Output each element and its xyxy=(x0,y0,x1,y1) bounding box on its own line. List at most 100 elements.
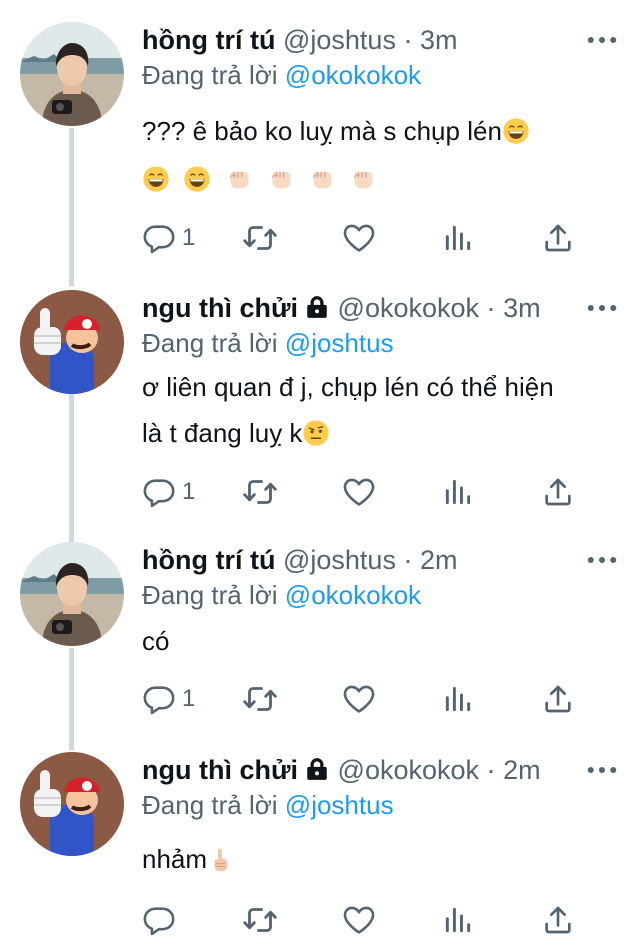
grinning-emoji-icon xyxy=(502,117,530,145)
timestamp[interactable]: 3m xyxy=(420,25,458,55)
display-name[interactable]: hồng trí tú xyxy=(142,25,275,55)
retweet-icon xyxy=(242,220,278,256)
tweet-text-line: có xyxy=(142,626,170,656)
tweet-header: ngu thì chửi @okokokok · 2m xyxy=(142,752,620,788)
replying-to: Đang trả lời @joshtus xyxy=(142,788,394,822)
user-handle[interactable]: @okokokok xyxy=(338,755,479,785)
share-icon xyxy=(542,222,574,254)
separator: · xyxy=(403,545,413,575)
views-icon xyxy=(442,476,474,508)
user-handle[interactable]: @joshtus xyxy=(283,545,396,575)
retweet-button[interactable] xyxy=(242,679,278,719)
replying-to: Đang trả lời @okokokok xyxy=(142,578,421,612)
separator: · xyxy=(403,25,413,55)
retweet-button[interactable] xyxy=(242,218,278,258)
reply-button[interactable]: 1 xyxy=(142,472,195,512)
replying-prefix: Đang trả lời xyxy=(142,60,278,90)
reply-button[interactable]: 1 xyxy=(142,218,195,258)
avatar[interactable] xyxy=(20,290,124,394)
tweet-text: có xyxy=(142,618,622,664)
timestamp[interactable]: 2m xyxy=(503,755,541,785)
retweet-icon xyxy=(242,474,278,510)
reply-button[interactable] xyxy=(142,900,182,940)
lock-icon xyxy=(304,294,330,320)
views-icon xyxy=(442,683,474,715)
retweet-button[interactable] xyxy=(242,900,278,940)
grinning-emoji-icon xyxy=(183,165,211,193)
like-button[interactable] xyxy=(342,218,376,258)
tweet-text: ơ liên quan đ j, chụp lén có thể hiện là… xyxy=(142,364,622,456)
retweet-icon xyxy=(242,902,278,938)
more-icon[interactable] xyxy=(584,290,620,326)
more-icon[interactable] xyxy=(584,752,620,788)
fist-emoji-icon xyxy=(224,163,254,193)
like-button[interactable] xyxy=(342,900,376,940)
heart-icon xyxy=(342,682,376,716)
tweet-actions xyxy=(142,900,582,940)
reply-icon xyxy=(142,903,176,937)
display-name[interactable]: ngu thì chửi xyxy=(142,293,298,323)
avatar[interactable] xyxy=(20,542,124,646)
mention-link[interactable]: @joshtus xyxy=(285,328,394,358)
timestamp[interactable]: 3m xyxy=(503,293,541,323)
views-icon xyxy=(442,222,474,254)
tweet[interactable]: ngu thì chửi @okokokok · 2m Đang trả lời… xyxy=(0,752,640,947)
tweet-header: ngu thì chửi @okokokok · 3m xyxy=(142,290,620,326)
views-button[interactable] xyxy=(442,472,474,512)
share-icon xyxy=(542,904,574,936)
share-button[interactable] xyxy=(542,218,574,258)
separator: · xyxy=(486,293,496,323)
views-button[interactable] xyxy=(442,679,474,719)
user-handle[interactable]: @okokokok xyxy=(338,293,479,323)
heart-icon xyxy=(342,475,376,509)
user-handle[interactable]: @joshtus xyxy=(283,25,396,55)
fist-emoji-icon xyxy=(307,163,337,193)
tweet-text-line: ơ liên quan đ j, chụp lén có thể hiện xyxy=(142,372,554,402)
avatar[interactable] xyxy=(20,752,124,856)
views-button[interactable] xyxy=(442,900,474,940)
tweet-text-line: nhảm xyxy=(142,844,208,874)
more-icon[interactable] xyxy=(584,542,620,578)
share-icon xyxy=(542,683,574,715)
replying-prefix: Đang trả lời xyxy=(142,790,278,820)
tweet-text-line: là t đang luỵ k xyxy=(142,418,303,448)
share-button[interactable] xyxy=(542,679,574,719)
share-button[interactable] xyxy=(542,900,574,940)
tweet-actions: 1 xyxy=(142,218,582,258)
like-button[interactable] xyxy=(342,472,376,512)
views-button[interactable] xyxy=(442,218,474,258)
avatar-photo xyxy=(20,542,124,646)
retweet-icon xyxy=(242,681,278,717)
raised-eyebrow-emoji-icon xyxy=(302,419,330,447)
grinning-emoji-icon xyxy=(142,165,170,193)
share-button[interactable] xyxy=(542,472,574,512)
avatar-photo xyxy=(20,290,124,394)
display-name[interactable]: hồng trí tú xyxy=(142,545,275,575)
retweet-button[interactable] xyxy=(242,472,278,512)
tweet[interactable]: ngu thì chửi @okokokok · 3m Đang trả lời… xyxy=(0,290,640,540)
separator: · xyxy=(486,755,496,785)
tweet-text-line: ??? ê bảo ko luỵ mà s chụp lén xyxy=(142,116,502,146)
avatar-photo xyxy=(20,22,124,126)
avatar[interactable] xyxy=(20,22,124,126)
fist-emoji-icon xyxy=(348,163,378,193)
timestamp[interactable]: 2m xyxy=(420,545,458,575)
mention-link[interactable]: @okokokok xyxy=(285,60,421,90)
tweet-text: ??? ê bảo ko luỵ mà s chụp lén xyxy=(142,108,622,202)
tweet[interactable]: hồng trí tú @joshtus · 3m Đang trả lời @… xyxy=(0,22,640,282)
heart-icon xyxy=(342,903,376,937)
replying-prefix: Đang trả lời xyxy=(142,328,278,358)
mention-link[interactable]: @joshtus xyxy=(285,790,394,820)
tweet-header: hồng trí tú @joshtus · 3m xyxy=(142,22,620,58)
reply-count: 1 xyxy=(182,224,196,251)
tweet[interactable]: hồng trí tú @joshtus · 2m Đang trả lời @… xyxy=(0,542,640,742)
like-button[interactable] xyxy=(342,679,376,719)
tweet-header: hồng trí tú @joshtus · 2m xyxy=(142,542,620,578)
mention-link[interactable]: @okokokok xyxy=(285,580,421,610)
display-name[interactable]: ngu thì chửi xyxy=(142,755,298,785)
replying-to: Đang trả lời @joshtus xyxy=(142,326,394,360)
more-icon[interactable] xyxy=(584,22,620,58)
reply-icon xyxy=(142,682,176,716)
reply-button[interactable]: 1 xyxy=(142,679,195,719)
fist-emoji-icon xyxy=(266,163,296,193)
